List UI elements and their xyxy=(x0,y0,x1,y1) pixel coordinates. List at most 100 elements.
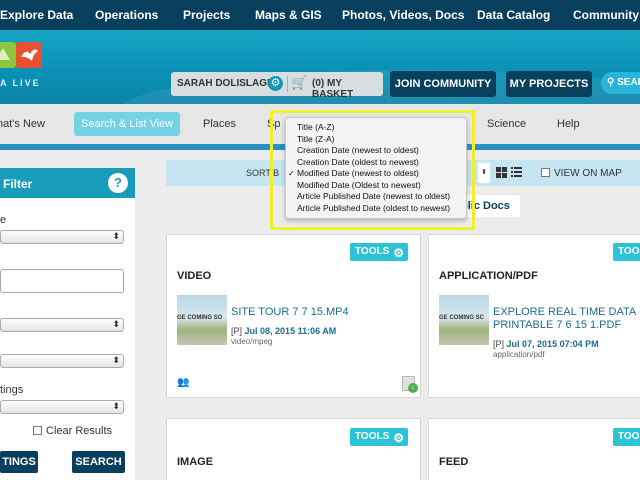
tools-label: TOOL xyxy=(618,431,640,442)
nav-explore-data[interactable]: Explore Data xyxy=(0,8,73,22)
card-date: [P] Jul 08, 2015 11:06 AM xyxy=(231,326,336,336)
checkbox-icon[interactable] xyxy=(33,426,42,435)
search-button-label: SEAR xyxy=(617,77,640,88)
grid-view-icon[interactable] xyxy=(496,167,507,178)
nav-photos-videos-docs[interactable]: Photos, Videos, Docs xyxy=(342,8,464,22)
sort-option-label: Article Published Date (newest to oldest… xyxy=(297,191,451,201)
gear-icon: ⚙ xyxy=(393,246,404,260)
divider xyxy=(287,76,288,92)
date-prefix: [P] xyxy=(231,326,243,336)
date-value: Jul 07, 2015 07:04 PM xyxy=(506,339,599,349)
search-submit-button[interactable]: SEARCH xyxy=(72,451,125,473)
check-icon: ✓ xyxy=(288,169,295,178)
chevron-updown-icon: ⬍ xyxy=(112,319,120,329)
sort-option-label: Article Published Date (oldest to newest… xyxy=(297,202,451,213)
gear-icon: ⚙ xyxy=(393,431,404,445)
tools-label: TOOLS xyxy=(355,431,390,442)
card-date: [P] Jul 07, 2015 07:04 PM xyxy=(493,339,599,349)
filter-header: Filter ? xyxy=(0,168,135,198)
view-on-map-checkbox[interactable]: VIEW ON MAP xyxy=(541,168,622,179)
help-icon[interactable]: ? xyxy=(108,173,128,193)
basket-link[interactable]: (0) MY BASKET xyxy=(312,78,383,100)
nav-maps-gis[interactable]: Maps & GIS xyxy=(255,8,322,22)
top-nav: Explore Data Operations Projects Maps & … xyxy=(0,0,640,30)
sort-option[interactable]: Title (A-Z) xyxy=(286,122,466,134)
sort-option[interactable]: Article Published Date (newest to oldest… xyxy=(286,191,466,203)
user-name[interactable]: SARAH DOLISLAGER xyxy=(177,78,281,89)
sort-select-arrow-icon[interactable]: ⬍ xyxy=(478,163,490,183)
filter-select-1[interactable]: ⬍ xyxy=(0,230,124,244)
date-value: Jul 08, 2015 11:06 AM xyxy=(244,326,337,336)
sort-option[interactable]: Title (Z-A) xyxy=(286,134,466,146)
card-title-link[interactable]: EXPLORE REAL TIME DATA PRINTABLE 7 6 15 … xyxy=(493,306,640,332)
join-community-button[interactable]: JOIN COMMUNITY xyxy=(390,71,496,97)
filter-panel: Filter ? e ⬍ ⬍ ⬍ tings ⬍ Clear Results T… xyxy=(0,168,135,480)
card-title-link[interactable]: SITE TOUR 7 7 15.MP4 xyxy=(231,306,411,319)
thumbnail-text: GE COMING SO xyxy=(177,315,223,321)
nav-projects[interactable]: Projects xyxy=(183,8,230,22)
sort-option-label: Creation Date (oldest to newest) xyxy=(297,156,419,167)
card-type: VIDEO xyxy=(177,270,212,282)
logo-text: A LIVE xyxy=(0,78,41,88)
thumbnail-image[interactable]: GE COMING SO xyxy=(177,295,227,345)
filter-label-settings: tings xyxy=(0,384,24,396)
filter-select-4[interactable]: ⬍ xyxy=(0,400,124,414)
nav-operations[interactable]: Operations xyxy=(95,8,158,22)
result-card-pdf: TOOL APPLICATION/PDF GE COMING SC EXPLOR… xyxy=(428,234,640,398)
filter-title: Filter xyxy=(3,177,33,191)
sort-option-label: Creation Date (newest to oldest) xyxy=(297,145,419,155)
filter-select-2[interactable]: ⬍ xyxy=(0,318,124,332)
tools-button[interactable]: TOOLS ⚙ xyxy=(350,428,408,446)
gear-icon[interactable]: ⚙ xyxy=(268,76,283,91)
sort-option[interactable]: Creation Date (oldest to newest) xyxy=(286,157,466,169)
chevron-updown-icon: ⬍ xyxy=(112,355,120,365)
card-type: IMAGE xyxy=(177,456,214,468)
result-card-video: TOOLS ⚙ VIDEO GE COMING SO SITE TOUR 7 7 … xyxy=(166,234,421,398)
settings-button[interactable]: TINGS xyxy=(0,451,38,473)
sort-option[interactable]: Creation Date (newest to oldest) xyxy=(286,145,466,157)
list-view-icon[interactable] xyxy=(511,167,522,178)
tools-button[interactable]: TOOL xyxy=(613,428,640,446)
sort-option[interactable]: Modified Date (Oldest to newest) xyxy=(286,180,466,192)
user-box: SARAH DOLISLAGER ⚙ 🛒 (0) MY BASKET xyxy=(171,72,383,100)
cart-icon[interactable]: 🛒 xyxy=(291,75,307,91)
banner: A LIVE SARAH DOLISLAGER ⚙ 🛒 (0) MY BASKE… xyxy=(0,30,640,104)
filter-text-input[interactable] xyxy=(0,269,124,293)
users-icon[interactable]: 👥 xyxy=(177,377,189,388)
sort-option-label: Title (A-Z) xyxy=(297,122,335,132)
tools-label: TOOLS xyxy=(355,246,390,257)
tab-whats-new[interactable]: hat's New xyxy=(0,112,45,136)
download-icon[interactable]: ↓ xyxy=(402,376,418,393)
tab-science[interactable]: Science xyxy=(487,112,526,136)
nav-data-catalog[interactable]: Data Catalog xyxy=(477,8,550,22)
sort-option[interactable]: Article Published Date (oldest to newest… xyxy=(286,203,466,215)
logo-bird-icon xyxy=(16,42,42,68)
tab-places[interactable]: Places xyxy=(203,112,236,136)
tab-help[interactable]: Help xyxy=(557,112,580,136)
checkbox-icon[interactable] xyxy=(541,168,550,177)
thumbnail-image[interactable]: GE COMING SC xyxy=(439,295,489,345)
card-mime: video/mpeg xyxy=(231,337,273,346)
result-card-feed: TOOL FEED xyxy=(428,418,640,480)
search-icon: ⚲ xyxy=(607,77,615,88)
card-mime: application/pdf xyxy=(493,350,545,359)
chevron-updown-icon: ⬍ xyxy=(112,401,120,411)
sort-dropdown[interactable]: Title (A-Z) Title (Z-A) Creation Date (n… xyxy=(285,117,467,219)
tools-button[interactable]: TOOLS ⚙ xyxy=(350,243,408,261)
view-on-map-label: VIEW ON MAP xyxy=(554,168,622,179)
tools-button[interactable]: TOOL xyxy=(613,243,640,261)
date-prefix: [P] xyxy=(493,339,505,349)
sort-option-label: Title (Z-A) xyxy=(297,133,335,144)
my-projects-button[interactable]: MY PROJECTS xyxy=(506,71,592,97)
arrow-down-icon: ↓ xyxy=(408,383,418,393)
sort-option-selected[interactable]: ✓ Modified Date (newest to oldest) xyxy=(286,168,466,180)
nav-community[interactable]: Community xyxy=(573,8,639,22)
search-button[interactable]: ⚲ SEAR xyxy=(601,72,640,94)
result-card-image: TOOLS ⚙ IMAGE xyxy=(166,418,421,480)
filter-select-3[interactable]: ⬍ xyxy=(0,354,124,368)
clear-results-checkbox[interactable]: Clear Results xyxy=(33,425,112,437)
clear-results-label: Clear Results xyxy=(46,425,113,437)
tab-search-list-view[interactable]: Search & List View xyxy=(74,112,181,136)
sort-option-label: Modified Date (Oldest to newest) xyxy=(297,179,421,190)
sort-option-label: Modified Date (newest to oldest) xyxy=(297,168,419,178)
